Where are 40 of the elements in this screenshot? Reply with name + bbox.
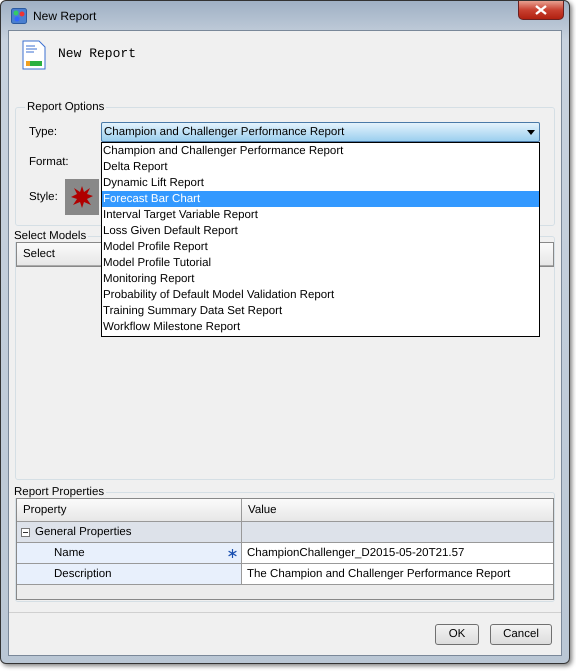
property-value[interactable]: ChampionChallenger_D2015-05-20T21.57 <box>242 543 553 563</box>
starburst-icon <box>71 186 93 208</box>
dropdown-option[interactable]: Delta Report <box>102 159 539 175</box>
group-title: Report Options <box>26 101 106 113</box>
collapse-toggle[interactable] <box>21 528 30 536</box>
dropdown-option[interactable]: Training Summary Data Set Report <box>102 303 539 319</box>
report-document-icon <box>22 40 46 70</box>
dropdown-option[interactable]: Monitoring Report <box>102 271 539 287</box>
field-label: Style: <box>29 191 59 203</box>
dialog-button[interactable]: Cancel <box>490 624 552 644</box>
property-row[interactable]: Name ChampionChallenger_D2015-05-20T21.57 <box>17 543 553 564</box>
style-swatch[interactable] <box>65 179 99 215</box>
dropdown-option[interactable]: Dynamic Lift Report <box>102 175 539 191</box>
caret-icon <box>527 130 535 134</box>
dialog-button[interactable]: OK <box>435 624 479 644</box>
close-icon <box>535 5 547 15</box>
close-button[interactable] <box>518 1 564 20</box>
property-name: Description <box>54 568 112 580</box>
report-heading: New Report <box>58 46 136 61</box>
column-header[interactable]: Property <box>17 499 242 521</box>
dropdown-option[interactable]: Model Profile Tutorial <box>102 255 539 271</box>
property-value[interactable]: The Champion and Challenger Performance Report <box>242 564 553 584</box>
minus-icon <box>21 528 30 536</box>
group-label: General Properties <box>35 526 132 538</box>
group-title: Report Properties <box>13 486 106 498</box>
field-label: Format: <box>29 156 70 168</box>
dropdown-option[interactable]: Loss Given Default Report <box>102 223 539 239</box>
group-title: Select Models <box>13 230 88 242</box>
property-row[interactable]: Description The Champion and Challenger Performance Report <box>17 564 553 585</box>
type-dropdown[interactable]: Champion and Challenger Performance Report <box>101 122 540 142</box>
window-title: New Report <box>33 8 96 22</box>
dropdown-option[interactable]: Workflow Milestone Report <box>102 319 539 335</box>
property-name: Name <box>54 547 85 559</box>
dropdown-option[interactable]: Probability of Default Model Validation Report <box>102 287 539 303</box>
app-icon <box>11 8 27 24</box>
dropdown-option[interactable]: Champion and Challenger Performance Report <box>102 143 539 159</box>
column-header[interactable]: Value <box>242 499 553 521</box>
dropdown-option[interactable]: Interval Target Variable Report <box>102 207 539 223</box>
field-label: Type: <box>29 126 58 138</box>
dropdown-option[interactable]: Model Profile Report <box>102 239 539 255</box>
